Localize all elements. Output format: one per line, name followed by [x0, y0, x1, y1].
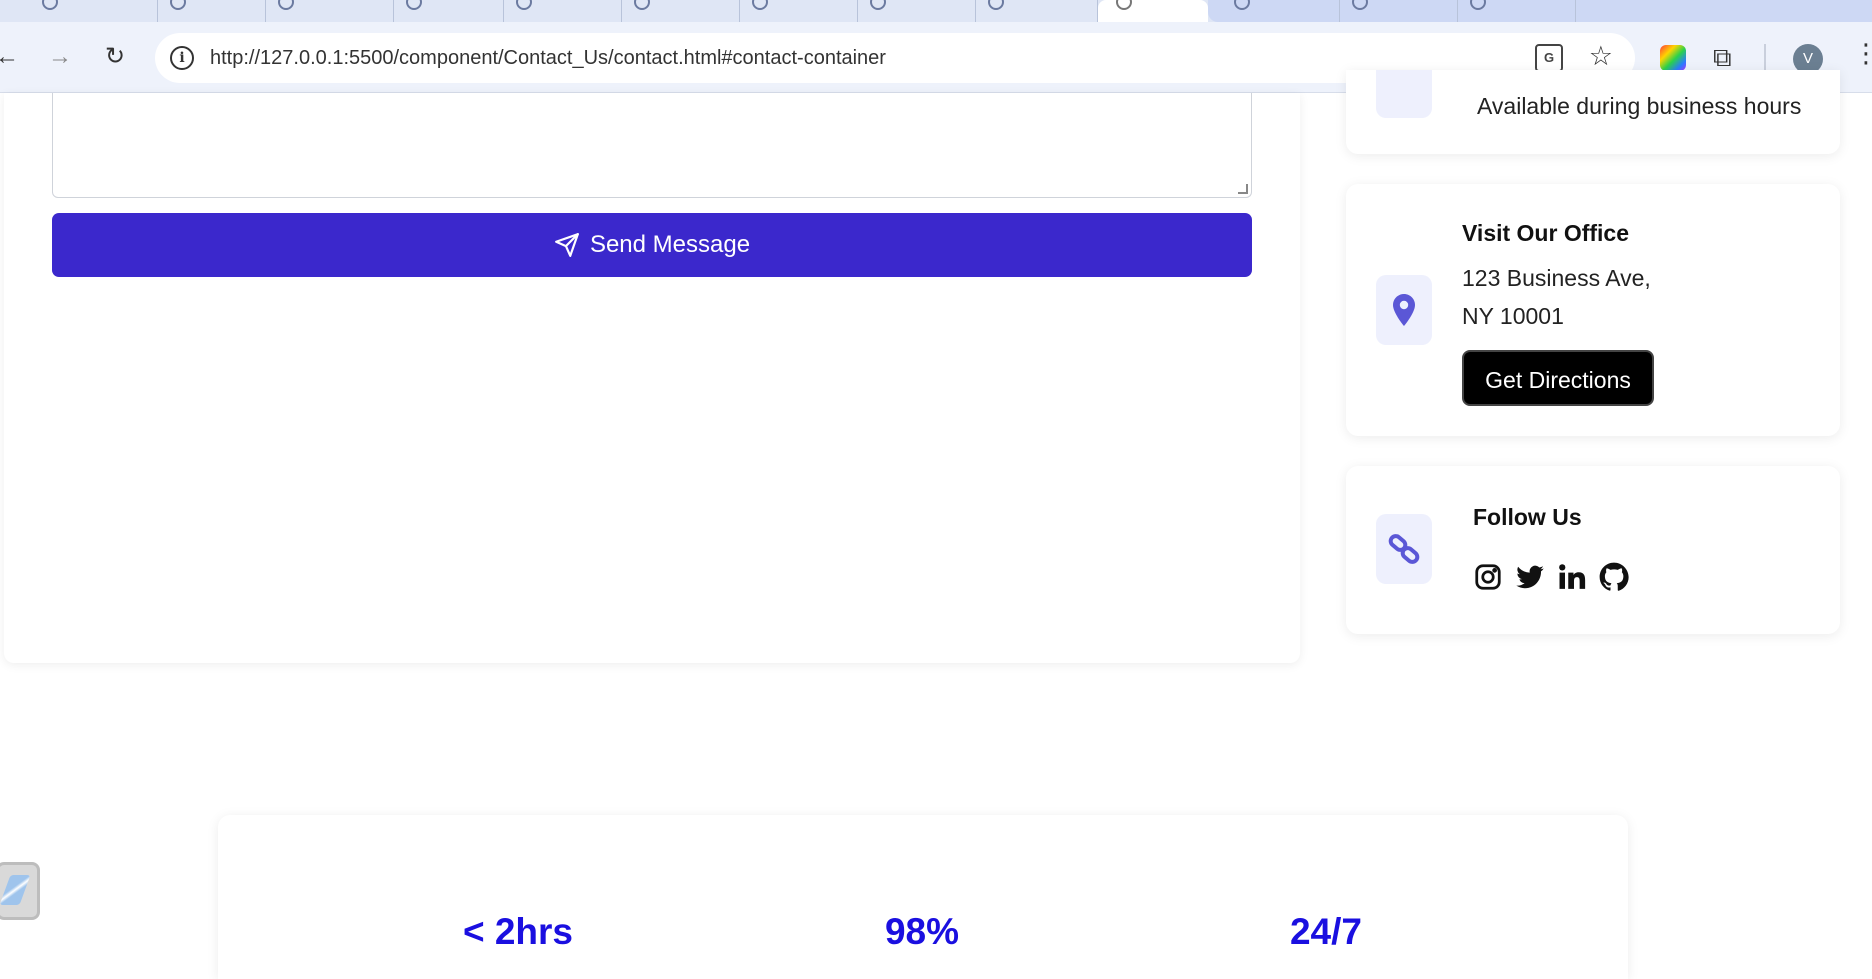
tab-favicon-icon — [42, 0, 58, 10]
hours-card: Available during business hours — [1346, 70, 1840, 154]
back-arrow-icon[interactable]: ← — [0, 42, 22, 72]
tab-strip — [0, 0, 1872, 22]
browser-tab[interactable] — [158, 0, 266, 22]
browser-tab[interactable] — [394, 0, 504, 22]
tab-favicon-icon — [170, 0, 186, 10]
map-pin-tile — [1376, 275, 1432, 345]
twitter-icon[interactable] — [1515, 562, 1545, 592]
tab-favicon-icon — [1116, 0, 1132, 10]
active-browser-tab[interactable] — [1098, 0, 1208, 22]
browser-tab[interactable] — [1458, 0, 1576, 22]
bookmark-star-icon[interactable]: ☆ — [1589, 41, 1613, 72]
social-links — [1473, 562, 1629, 592]
office-address-line2: NY 10001 — [1462, 303, 1564, 329]
browser-tab[interactable] — [858, 0, 976, 22]
social-card: Follow Us — [1346, 466, 1840, 634]
office-address-line1: 123 Business Ave, — [1462, 265, 1651, 291]
tab-favicon-icon — [988, 0, 1004, 10]
send-button-label: Send Message — [589, 231, 751, 258]
browser-tab[interactable] — [976, 0, 1098, 22]
stats-card: < 2hrs 98% 24/7 — [218, 815, 1628, 979]
resize-grip-icon[interactable] — [1238, 184, 1248, 194]
tab-favicon-icon — [634, 0, 650, 10]
send-message-button[interactable]: Send Message — [52, 213, 1252, 277]
link-chain-icon — [1388, 534, 1420, 564]
tab-favicon-icon — [516, 0, 532, 10]
hours-text: Available during business hours — [1477, 93, 1802, 119]
tab-favicon-icon — [752, 0, 768, 10]
github-icon — [1352, 0, 1368, 10]
message-textarea[interactable] — [52, 93, 1252, 198]
link-tile — [1376, 514, 1432, 584]
stat-support-value: 24/7 — [1289, 911, 1362, 952]
site-info-icon[interactable]: i — [170, 46, 194, 70]
translate-icon[interactable]: G — [1535, 44, 1563, 72]
tab-favicon-icon — [870, 0, 886, 10]
browser-tab[interactable] — [504, 0, 622, 22]
tab-favicon-icon — [1470, 0, 1486, 10]
browser-tab[interactable] — [622, 0, 740, 22]
browser-tab[interactable] — [740, 0, 858, 22]
office-title: Visit Our Office — [1462, 220, 1630, 246]
get-directions-button[interactable]: Get Directions — [1462, 350, 1654, 406]
url-text[interactable]: http://127.0.0.1:5500/component/Contact_… — [210, 47, 886, 70]
paper-plane-icon — [555, 233, 579, 257]
phone-icon — [1376, 70, 1432, 118]
github-icon — [1234, 0, 1250, 10]
floating-tool-widget[interactable] — [0, 862, 40, 920]
reload-icon[interactable]: ↻ — [100, 42, 130, 72]
browser-tab[interactable] — [1340, 0, 1458, 22]
map-pin-icon — [1393, 294, 1415, 326]
stat-response-time-value: < 2hrs — [462, 911, 574, 952]
forward-arrow-icon[interactable]: → — [45, 42, 75, 72]
tab-group — [1208, 0, 1872, 22]
social-title: Follow Us — [1473, 504, 1582, 530]
stat-satisfaction-value: 98% — [884, 911, 960, 952]
browser-tab[interactable] — [266, 0, 394, 22]
menu-kebab-icon[interactable]: ⋮ — [1853, 40, 1872, 66]
tab-favicon-icon — [406, 0, 422, 10]
color-picker-extension-icon[interactable] — [1660, 45, 1686, 71]
tab-favicon-icon — [278, 0, 294, 10]
linkedin-icon[interactable] — [1557, 562, 1587, 592]
browser-tab[interactable] — [1222, 0, 1340, 22]
instagram-icon[interactable] — [1473, 562, 1503, 592]
github-icon[interactable] — [1599, 562, 1629, 592]
office-card: Visit Our Office 123 Business Ave, NY 10… — [1346, 184, 1840, 436]
browser-tab[interactable] — [30, 0, 158, 22]
